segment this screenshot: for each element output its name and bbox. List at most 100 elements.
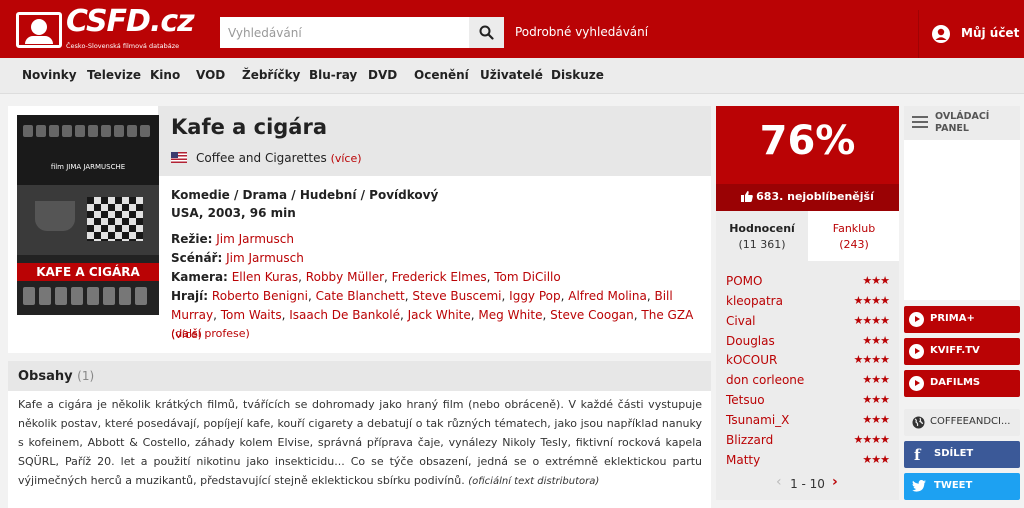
- credit-cast: Hrají: Roberto Benigni, Cate Blanchett, …: [171, 289, 694, 341]
- twitter-share-button[interactable]: TWEET: [904, 473, 1020, 500]
- logo-text: CSFD.cz: [66, 4, 195, 39]
- person-link[interactable]: Steve Buscemi: [412, 289, 501, 303]
- pager-next-icon[interactable]: ›: [832, 474, 838, 490]
- user-link[interactable]: Matty: [726, 453, 760, 467]
- person-link[interactable]: Tom DiCillo: [494, 270, 560, 284]
- user-link[interactable]: kOCOUR: [726, 353, 777, 367]
- nav-item-diskuze[interactable]: Diskuze: [551, 68, 604, 82]
- rating-value: 76%: [759, 118, 856, 164]
- advanced-search-link[interactable]: Podrobné vyhledávání: [515, 25, 648, 39]
- nav-item-dvd[interactable]: DVD: [368, 68, 397, 82]
- play-icon: [909, 376, 924, 391]
- pager-range: 1 - 10: [790, 477, 825, 491]
- person-link[interactable]: Iggy Pop: [509, 289, 560, 303]
- original-title-more-link[interactable]: (více): [331, 152, 362, 165]
- nav-item-oceneni[interactable]: Ocenění: [414, 68, 469, 82]
- list-item: kOCOUR ★★★★: [726, 351, 890, 371]
- vod-prima-button[interactable]: PRIMA+: [904, 306, 1020, 333]
- star-rating: ★★★: [862, 334, 890, 347]
- logo-mark-icon: [16, 12, 62, 48]
- film-title: Kafe a cigára: [171, 115, 327, 139]
- star-rating: ★★★★: [853, 294, 890, 307]
- user-link[interactable]: Cival: [726, 314, 756, 328]
- nav-item-vod[interactable]: VOD: [196, 68, 225, 82]
- plot-heading-text: Obsahy: [18, 369, 73, 384]
- person-link[interactable]: Robby Müller: [306, 270, 384, 284]
- logo-subtitle: Česko-Slovenská filmová databáze: [66, 42, 180, 50]
- nav-item-kino[interactable]: Kino: [150, 68, 180, 82]
- user-link[interactable]: Blizzard: [726, 433, 773, 447]
- person-link[interactable]: Ellen Kuras: [232, 270, 298, 284]
- person-link[interactable]: Steve Coogan: [550, 308, 634, 322]
- list-item: Tsunami_X ★★★: [726, 411, 890, 431]
- original-title: Coffee and Cigarettes (více): [196, 151, 362, 165]
- nav-item-bluray[interactable]: Blu-ray: [309, 68, 357, 82]
- website-link[interactable]: COFFEEANDCI...: [904, 409, 1020, 436]
- vod-dafilms-button[interactable]: DAFILMS: [904, 370, 1020, 397]
- star-rating: ★★★: [862, 393, 890, 406]
- user-link[interactable]: Tsunami_X: [726, 413, 789, 427]
- poster-cast-faces: [23, 287, 147, 305]
- person-link[interactable]: Jim Jarmusch: [216, 232, 294, 246]
- person-link[interactable]: Isaach De Bankolé: [289, 308, 400, 322]
- account-menu[interactable]: Můj účet: [918, 10, 1024, 58]
- plot-body: Kafe a cigára je několik krátkých filmů,…: [18, 398, 702, 487]
- user-ratings-list: POMO ★★★ kleopatra ★★★★ Cival ★★★★ Douglas ★…: [716, 261, 899, 469]
- person-link[interactable]: The GZA: [641, 308, 693, 322]
- control-panel-button[interactable]: OVLÁDACÍ PANEL: [904, 106, 1020, 140]
- rating-box: 76%: [716, 106, 899, 184]
- user-link[interactable]: Tetsuo: [726, 393, 765, 407]
- search-button[interactable]: [469, 17, 504, 48]
- nav-item-televize[interactable]: Televize: [87, 68, 141, 82]
- user-link[interactable]: don corleone: [726, 373, 804, 387]
- site-logo[interactable]: CSFD.cz Česko-Slovenská filmová databáze: [16, 4, 195, 52]
- rank-label: 683. nejoblíbenější: [756, 190, 874, 203]
- user-link[interactable]: Douglas: [726, 334, 775, 348]
- film-poster[interactable]: film JIMA JARMUSCHE KAFE A CIGÁRA: [17, 115, 159, 315]
- list-item: POMO ★★★: [726, 272, 890, 292]
- tweet-label: TWEET: [934, 480, 973, 491]
- star-rating: ★★★: [862, 373, 890, 386]
- nav-item-uzivatele[interactable]: Uživatelé: [480, 68, 543, 82]
- main-nav: Novinky Televize Kino VOD Žebříčky Blu-r…: [0, 58, 1024, 94]
- nav-item-novinky[interactable]: Novinky: [22, 68, 77, 82]
- facebook-share-button[interactable]: f SDÍLET: [904, 441, 1020, 468]
- person-link[interactable]: Alfred Molina: [568, 289, 647, 303]
- person-link[interactable]: Frederick Elmes: [392, 270, 487, 284]
- tab-fanklub[interactable]: Fanklub (243): [808, 211, 900, 261]
- star-rating: ★★★: [862, 453, 890, 466]
- person-link[interactable]: Meg White: [478, 308, 542, 322]
- more-professions-link[interactable]: (další profese): [171, 327, 250, 340]
- vod-kviff-button[interactable]: KVIFF.TV: [904, 338, 1020, 365]
- sidebar-blank: [904, 140, 1020, 300]
- play-icon: [909, 344, 924, 359]
- tab-hodnoceni[interactable]: Hodnocení (11 361): [716, 211, 808, 261]
- tab-count: (243): [839, 238, 869, 251]
- website-label: COFFEEANDCI...: [930, 416, 1011, 427]
- search-input[interactable]: [220, 17, 468, 48]
- rank-box[interactable]: 683. nejoblíbenější: [716, 184, 899, 211]
- plot-heading: Obsahy (1): [18, 369, 94, 384]
- user-link[interactable]: POMO: [726, 274, 762, 288]
- nav-item-zebricky[interactable]: Žebříčky: [242, 68, 300, 82]
- person-link[interactable]: Cate Blanchett: [316, 289, 405, 303]
- person-link[interactable]: Jack White: [408, 308, 471, 322]
- credit-label: Režie:: [171, 232, 213, 246]
- person-link[interactable]: Jim Jarmusch: [226, 251, 304, 265]
- credit-screenplay: Scénář: Jim Jarmusch: [171, 249, 701, 268]
- film-genres: Komedie / Drama / Hudební / Povídkový: [171, 188, 439, 202]
- control-panel-label: OVLÁDACÍ PANEL: [935, 111, 990, 134]
- person-link[interactable]: Roberto Benigni: [212, 289, 308, 303]
- play-icon: [909, 312, 924, 327]
- account-label: Můj účet: [961, 26, 1020, 40]
- plot-source: (oficiální text distributora): [468, 476, 600, 487]
- credit-label: Kamera:: [171, 270, 228, 284]
- list-item: don corleone ★★★: [726, 371, 890, 391]
- ratings-pager: ‹ 1 - 10 ›: [716, 469, 899, 500]
- list-item: Tetsuo ★★★: [726, 391, 890, 411]
- share-label: SDÍLET: [934, 448, 974, 459]
- user-link[interactable]: kleopatra: [726, 294, 783, 308]
- plot-header: Obsahy (1): [8, 361, 711, 391]
- person-link[interactable]: Tom Waits: [221, 308, 282, 322]
- list-item: Blizzard ★★★★: [726, 431, 890, 451]
